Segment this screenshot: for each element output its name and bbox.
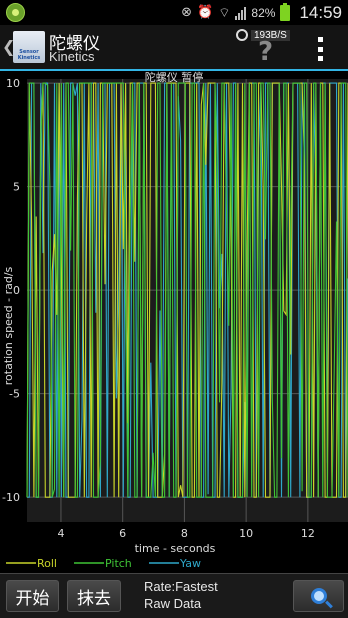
x-tick-label: 12 bbox=[301, 527, 315, 540]
y-tick-label: -10 bbox=[2, 491, 20, 504]
app-notification-icon bbox=[6, 3, 25, 22]
zoom-button[interactable] bbox=[293, 580, 344, 612]
x-tick-label: 10 bbox=[239, 527, 253, 540]
mute-icon: ⊗ bbox=[181, 5, 192, 20]
legend-label-pitch: Pitch bbox=[105, 557, 132, 570]
gyroscope-chart[interactable]: 陀螺仪 暂停 10 5 0 -5 -10 4 6 8 10 12 time - seconds r… bbox=[0, 71, 348, 571]
status-icons: ⊗ ⏰ ⌔ 82% 14:59 bbox=[181, 0, 342, 25]
signal-icon bbox=[235, 6, 247, 20]
chart-svg: 陀螺仪 暂停 1050-5-104 6 8 10 12 time - seconds r… bbox=[2, 71, 348, 570]
status-time: 14:59 bbox=[299, 2, 342, 22]
help-icon[interactable]: ? bbox=[258, 39, 273, 65]
zoom-icon bbox=[310, 588, 327, 604]
status-bar: ⊗ ⏰ ⌔ 82% 14:59 bbox=[0, 0, 348, 25]
start-button[interactable]: 开始 bbox=[6, 580, 59, 612]
legend-label-roll: Roll bbox=[37, 557, 57, 570]
alarm-icon: ⏰ bbox=[197, 5, 214, 20]
data-mode: Raw Data bbox=[144, 596, 202, 611]
x-tick-label: 4 bbox=[57, 527, 64, 540]
battery-icon bbox=[280, 2, 291, 21]
app-icon-caption: Sensor Kinetics bbox=[17, 49, 41, 61]
wifi-icon: ⌔ bbox=[218, 5, 231, 21]
clear-button[interactable]: 抹去 bbox=[67, 580, 121, 612]
y-tick-label: -5 bbox=[9, 388, 20, 401]
x-tick-label: 8 bbox=[181, 527, 188, 540]
x-tick-label: 6 bbox=[119, 527, 126, 540]
legend-label-yaw: Yaw bbox=[179, 557, 201, 570]
battery-percent: 82% bbox=[251, 5, 276, 20]
page-subtitle: Kinetics bbox=[49, 49, 95, 64]
chart-title: 陀螺仪 暂停 bbox=[145, 71, 204, 84]
action-bar: ❮ Sensor Kinetics 陀螺仪 Kinetics 193B/S ? bbox=[0, 25, 348, 71]
overflow-menu-icon[interactable] bbox=[316, 37, 324, 61]
rate-info: Rate:Fastest Raw Data bbox=[144, 578, 218, 612]
y-axis-label: rotation speed - rad/s bbox=[2, 266, 15, 385]
x-axis-label: time - seconds bbox=[135, 542, 216, 555]
y-tick-label: 10 bbox=[6, 77, 20, 90]
y-tick-label: 5 bbox=[13, 181, 20, 194]
app-icon[interactable]: Sensor Kinetics bbox=[13, 31, 45, 63]
data-rate-icon bbox=[236, 29, 248, 41]
bottom-bar: 开始 抹去 Rate:Fastest Raw Data bbox=[0, 573, 348, 618]
rate-setting: Rate:Fastest bbox=[144, 579, 218, 594]
